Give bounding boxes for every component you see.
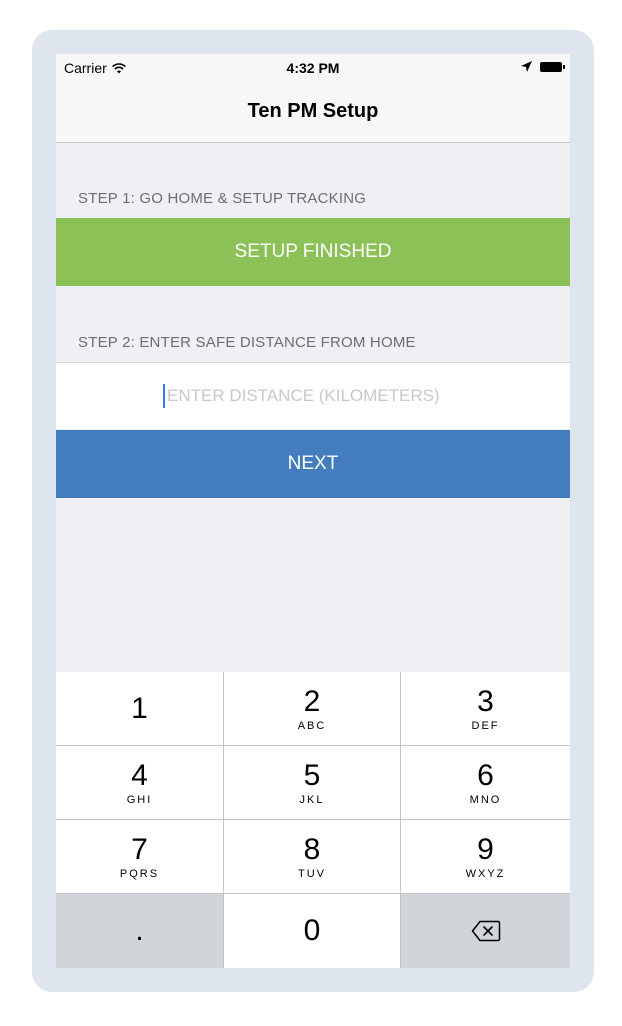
setup-finished-button[interactable]: SETUP FINISHED <box>56 218 570 286</box>
key-8[interactable]: 8 TUV <box>224 820 401 894</box>
key-number: 5 <box>303 758 321 792</box>
key-number: 1 <box>131 691 148 725</box>
key-letters: JKL <box>299 793 325 806</box>
key-5[interactable]: 5 JKL <box>224 746 401 820</box>
key-3[interactable]: 3 DEF <box>401 672 570 746</box>
location-arrow-icon <box>521 61 532 72</box>
key-number: . <box>135 914 144 947</box>
status-right <box>521 61 565 72</box>
key-letters: DEF <box>471 719 500 732</box>
phone-screen: Carrier 4:32 PM Ten PM Setup STEP 1: GO … <box>56 54 570 968</box>
key-number: 3 <box>477 684 494 718</box>
key-letters: GHI <box>126 793 153 806</box>
status-time: 4:32 PM <box>286 60 340 76</box>
key-number: 9 <box>477 832 494 866</box>
key-letters: PQRS <box>119 867 160 880</box>
key-number: 6 <box>477 758 494 792</box>
key-letters: TUV <box>298 867 326 880</box>
key-letters: WXYZ <box>465 867 506 880</box>
navigation-bar: Ten PM Setup <box>56 82 570 143</box>
backspace-icon <box>471 920 500 942</box>
key-0[interactable]: 0 <box>224 894 401 968</box>
delete-key[interactable] <box>401 894 570 968</box>
battery-icon <box>540 61 565 72</box>
key-number: 7 <box>131 832 148 866</box>
next-button[interactable]: NEXT <box>56 430 570 498</box>
text-cursor <box>163 384 165 408</box>
key-number: 4 <box>131 758 148 792</box>
key-number: 8 <box>303 832 321 866</box>
key-decimal[interactable]: . <box>56 894 224 968</box>
step1-label: STEP 1: GO HOME & SETUP TRACKING <box>78 190 367 207</box>
key-letters: MNO <box>469 793 502 806</box>
key-number: 0 <box>303 914 321 947</box>
step2-label: STEP 2: ENTER SAFE DISTANCE FROM HOME <box>78 334 416 351</box>
key-1[interactable]: 1 <box>56 672 224 746</box>
key-number: 2 <box>303 684 321 718</box>
key-9[interactable]: 9 WXYZ <box>401 820 570 894</box>
distance-input-row[interactable] <box>56 362 570 429</box>
key-letters: ABC <box>297 719 327 732</box>
page-title: Ten PM Setup <box>247 100 379 122</box>
key-4[interactable]: 4 GHI <box>56 746 224 820</box>
key-2[interactable]: 2 ABC <box>224 672 401 746</box>
key-6[interactable]: 6 MNO <box>401 746 570 820</box>
numeric-keypad: 1 2 ABC 3 DEF 4 GHI 5 JKL 6 MNO 7 PQRS 8… <box>56 672 570 968</box>
status-bar: Carrier 4:32 PM <box>56 54 570 82</box>
key-7[interactable]: 7 PQRS <box>56 820 224 894</box>
distance-input[interactable] <box>167 386 463 406</box>
